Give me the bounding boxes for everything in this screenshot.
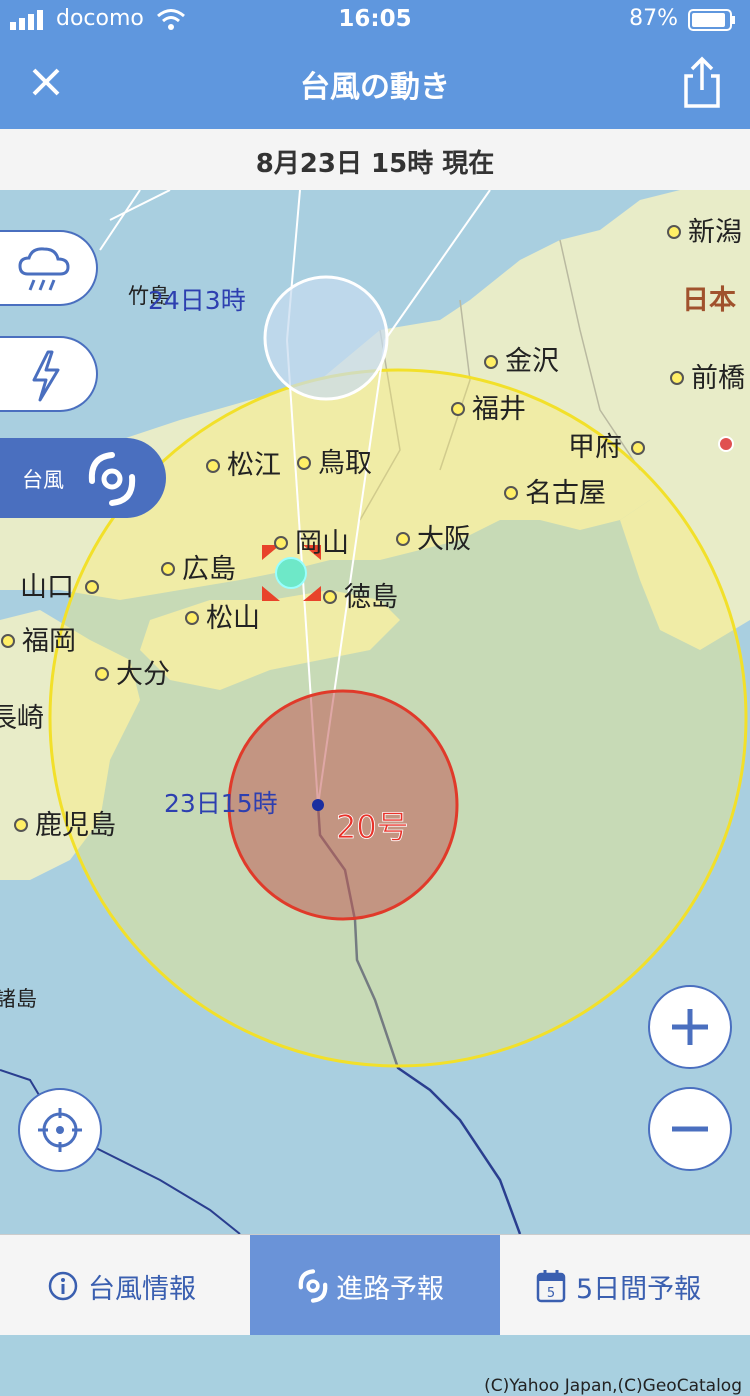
lightning-icon <box>32 350 60 402</box>
tab-label: 進路予報 <box>336 1274 444 1305</box>
city-label: 新潟 <box>688 217 742 248</box>
city-label: 福井 <box>472 394 526 425</box>
forecast-time-label: 24日3時 <box>148 286 246 315</box>
typhoon-number-label: 20号 <box>336 808 409 846</box>
battery-icon <box>688 9 735 31</box>
typhoon-center-dot <box>312 799 324 811</box>
page-title: 台風の動き <box>300 70 450 105</box>
typhoon-layer-button[interactable]: 台風 <box>0 438 166 518</box>
minus-icon <box>672 1126 708 1132</box>
svg-text:5: 5 <box>547 1286 555 1301</box>
status-bar: docomo 16:05 87% <box>0 0 750 40</box>
rain-cloud-icon <box>18 247 70 291</box>
country-label: 日本 <box>682 285 736 316</box>
city-label: 徳島 <box>344 582 398 613</box>
city-label: 鳥取 <box>318 448 372 479</box>
city-label: 金沢 <box>505 346 559 377</box>
nav-bar: 台風の動き <box>0 40 750 129</box>
city-label: 広島 <box>182 554 236 585</box>
typhoon-icon <box>88 452 136 506</box>
map-canvas[interactable]: 新潟 金沢 前橋 福井 甲府 松江 鳥取 名古屋 岡山 大阪 広島 山口 徳島 … <box>0 189 750 1235</box>
typhoon-icon <box>298 1269 328 1303</box>
forecast-circle <box>263 275 389 401</box>
rain-layer-button[interactable] <box>0 230 98 306</box>
island-label: 諸島 <box>0 987 37 1011</box>
city-label: 福岡 <box>22 626 76 657</box>
city-label: 大分 <box>116 659 170 690</box>
my-location-button[interactable] <box>18 1088 102 1172</box>
tab-label: 台風情報 <box>88 1274 196 1305</box>
zoom-out-button[interactable] <box>648 1087 732 1171</box>
current-location-marker <box>275 557 307 589</box>
bottom-tab-bar: 台風情報 進路予報 5 5日間予報 <box>0 1234 750 1335</box>
battery-percent: 87% <box>629 6 678 31</box>
city-label: 岡山 <box>295 528 349 559</box>
current-date: 8月23日 15時 現在 <box>255 149 495 179</box>
crosshair-icon <box>38 1108 82 1152</box>
tab-typhoon-info[interactable]: 台風情報 <box>0 1235 250 1335</box>
city-label: 甲府 <box>568 432 622 463</box>
tab-track-forecast[interactable]: 進路予報 <box>250 1235 500 1335</box>
city-label: 松山 <box>206 603 260 634</box>
city-label: 名古屋 <box>525 478 606 509</box>
city-label: 松江 <box>227 450 281 481</box>
map-copyright: (C)Yahoo Japan,(C)GeoCatalog <box>484 1376 742 1396</box>
city-label: 鹿児島 <box>35 810 116 841</box>
city-label: 山口 <box>20 572 74 603</box>
tab-five-day-forecast[interactable]: 5 5日間予報 <box>500 1235 750 1335</box>
current-time-label: 23日15時 <box>164 789 278 818</box>
zoom-in-button[interactable] <box>648 985 732 1069</box>
date-bar: 8月23日 15時 現在 <box>0 129 750 191</box>
city-label: 長崎 <box>0 703 44 734</box>
info-icon <box>48 1271 78 1301</box>
calendar-icon: 5 <box>536 1270 566 1303</box>
typhoon-layer-label: 台風 <box>22 468 64 492</box>
lightning-layer-button[interactable] <box>0 336 98 412</box>
city-label: 前橋 <box>691 363 745 394</box>
typhoon-map[interactable]: 新潟 金沢 前橋 福井 甲府 松江 鳥取 名古屋 岡山 大阪 広島 山口 徳島 … <box>0 189 750 1396</box>
tab-label: 5日間予報 <box>576 1274 702 1305</box>
city-label: 大阪 <box>417 524 471 555</box>
plus-icon <box>672 1009 708 1045</box>
share-icon[interactable] <box>678 54 726 110</box>
